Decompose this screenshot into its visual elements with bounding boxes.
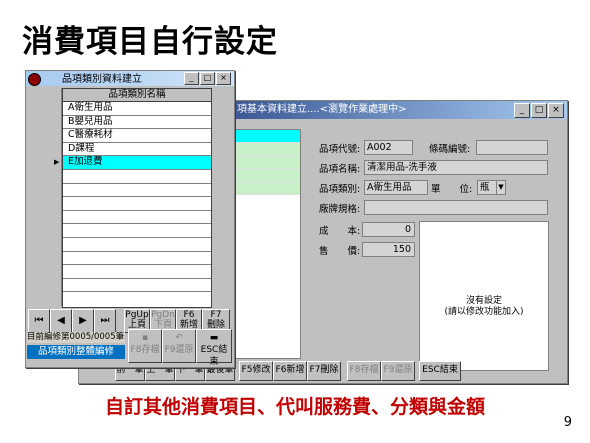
barcode-label: 條碼編號: — [429, 144, 471, 155]
category-data-window: 品項類別資料建立 _ □ × 品項類別名稱 A衛生用品 B嬰兒用品 C醫療耗材 … — [25, 70, 235, 368]
category-window-title: 品項類別資料建立 — [62, 74, 142, 85]
item-window-title: 項基本資料建立....<瀏覽作業處理中> — [237, 104, 407, 115]
undo-icon: ↶ — [175, 333, 183, 343]
record-status: 目前編修第0005/0005筆 — [27, 332, 125, 343]
unit-label: 單 位: — [431, 184, 473, 195]
name-label: 品項名稱: — [319, 164, 361, 175]
brand-spec-label: 廠牌規格: — [319, 204, 361, 215]
app-icon[interactable] — [28, 73, 41, 86]
item-list[interactable] — [229, 129, 301, 359]
restore-category-button[interactable]: ↶ F9還原 — [162, 329, 196, 363]
category-window-controls: _ □ × — [184, 72, 231, 85]
category-grid[interactable]: 品項類別名稱 A衛生用品 B嬰兒用品 C醫療耗材 D課程 ▶ E加退費 — [54, 88, 212, 308]
save-category-button[interactable]: ▪ F8存檔 — [128, 329, 162, 363]
table-row[interactable]: D課程 — [63, 143, 211, 157]
table-row[interactable] — [63, 279, 211, 293]
grid-header: 品項類別名稱 — [63, 89, 211, 102]
code-label: 品項代號: — [319, 144, 361, 155]
item-window-controls: _ □ × — [514, 103, 564, 118]
folder-icon: ▬ — [209, 333, 219, 343]
table-row[interactable] — [63, 211, 211, 225]
row-selector-column — [51, 88, 62, 306]
save-button[interactable]: F8存檔 — [347, 361, 381, 381]
category-label: 品項類別: — [319, 184, 361, 195]
page-number: 9 — [563, 415, 572, 430]
exit-button[interactable]: ESC結束 — [419, 361, 461, 381]
table-row[interactable] — [63, 197, 211, 211]
disk-icon: ▪ — [141, 333, 149, 343]
list-item[interactable] — [230, 169, 300, 182]
delete-button[interactable]: F7刪除 — [307, 361, 341, 381]
cost-field[interactable]: 0 — [362, 222, 415, 237]
close-icon[interactable]: × — [216, 72, 231, 85]
table-row[interactable]: C醫療耗材 — [63, 129, 211, 143]
last-icon[interactable]: ⏭ — [94, 309, 116, 333]
name-field[interactable]: 清潔用品-洗手液 — [364, 160, 548, 175]
price-label: 售 價: — [319, 246, 361, 257]
list-item[interactable] — [230, 130, 300, 143]
exit-category-button[interactable]: ▬ ESC結束 — [196, 329, 232, 367]
restore-button[interactable]: F9還原 — [381, 361, 415, 381]
chevron-down-icon[interactable]: ▼ — [496, 180, 506, 195]
list-item[interactable] — [230, 156, 300, 169]
table-row[interactable] — [63, 252, 211, 266]
slide-title: 消費項目自行設定 — [22, 24, 278, 60]
item-image-box[interactable]: 沒有設定 (請以修改功能加入) — [419, 221, 549, 371]
table-row-label: E加退費 — [68, 156, 103, 168]
next-icon[interactable]: ▶ — [72, 309, 94, 333]
first-icon[interactable]: ⏮ — [28, 309, 50, 333]
category-bulk-edit-button[interactable]: 品項類別整體編修 — [27, 345, 125, 359]
table-row[interactable]: B嬰兒用品 — [63, 116, 211, 130]
edit-button[interactable]: F5修改 — [239, 361, 273, 381]
code-field[interactable]: A002 — [364, 140, 413, 155]
current-row-icon: ▶ — [54, 158, 60, 167]
new-button[interactable]: F6新增 — [273, 361, 307, 381]
table-row[interactable] — [63, 238, 211, 252]
table-row[interactable]: A衛生用品 — [63, 102, 211, 116]
price-field[interactable]: 150 — [362, 242, 415, 257]
close-icon[interactable]: × — [548, 103, 564, 118]
cost-label: 成 本: — [319, 226, 361, 237]
image-message: 沒有設定 (請以修改功能加入) — [444, 296, 524, 317]
list-item[interactable] — [230, 182, 300, 195]
table-row[interactable] — [63, 265, 211, 279]
table-row[interactable] — [63, 170, 211, 184]
maximize-icon[interactable]: □ — [531, 103, 547, 118]
table-row[interactable] — [63, 184, 211, 198]
minimize-icon[interactable]: _ — [514, 103, 530, 118]
barcode-field[interactable] — [476, 140, 548, 155]
maximize-icon[interactable]: □ — [200, 72, 215, 85]
category-field[interactable]: A衛生用品 — [364, 180, 428, 195]
minimize-icon[interactable]: _ — [184, 72, 199, 85]
brand-spec-field[interactable] — [364, 200, 548, 215]
list-item[interactable] — [230, 143, 300, 156]
slide-caption: 自訂其他消費項目、代叫服務費、分類與金額 — [104, 396, 485, 418]
table-row[interactable] — [63, 224, 211, 238]
prev-icon[interactable]: ◀ — [50, 309, 72, 333]
table-row-selected[interactable]: ▶ E加退費 — [54, 156, 211, 170]
